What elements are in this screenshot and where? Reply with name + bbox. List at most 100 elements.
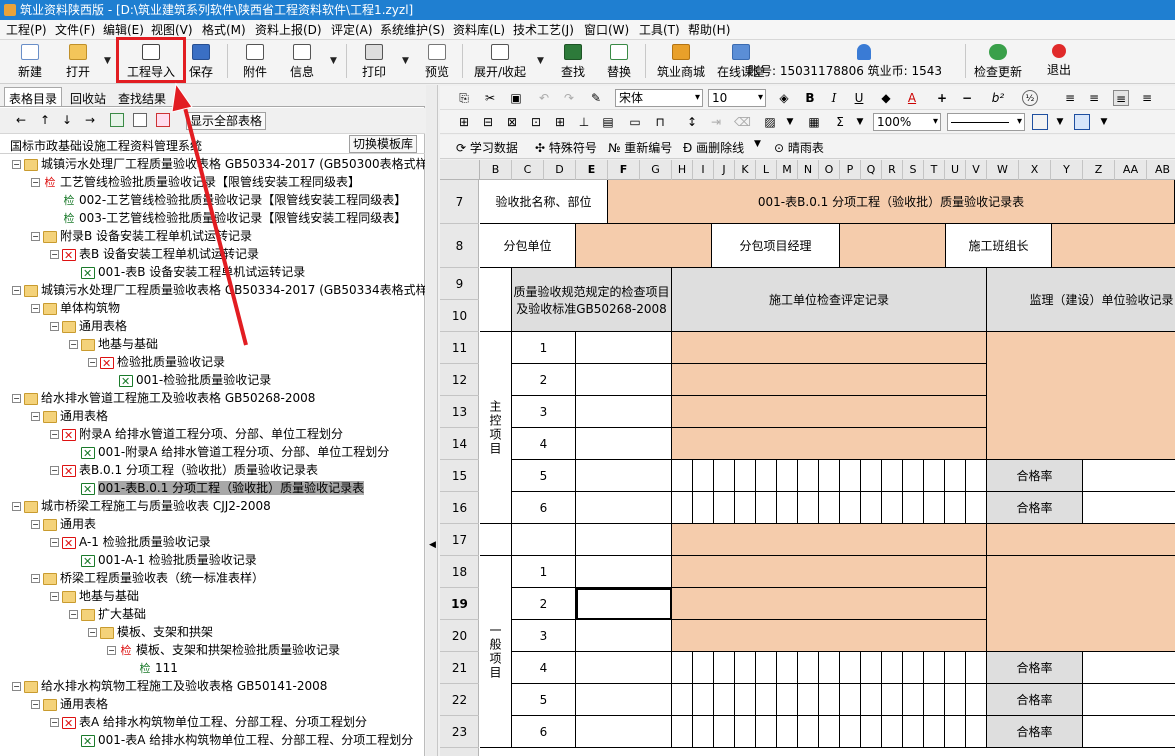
copy-table-icon[interactable] (133, 113, 147, 127)
menu-help[interactable]: 帮助(H) (688, 22, 730, 38)
measurement-cell[interactable] (903, 460, 924, 492)
tree-toggle-icon[interactable]: − (31, 574, 40, 583)
save-button[interactable]: 保存 (186, 42, 216, 82)
measurement-cell[interactable] (693, 492, 714, 524)
supervision-cell[interactable] (987, 524, 1175, 556)
column-header[interactable]: M (777, 160, 798, 180)
construction-record-cell[interactable] (672, 620, 987, 652)
info-dropdown-arrow[interactable]: ▼ (330, 56, 337, 66)
renumber-button[interactable]: № 重新编号 (608, 139, 672, 156)
measurement-cell[interactable] (777, 684, 798, 716)
measurement-cell[interactable] (777, 652, 798, 684)
tree-toggle-icon[interactable]: − (50, 538, 59, 547)
paste-icon[interactable]: ▣ (508, 90, 524, 106)
show-all-tables-button[interactable]: 显示全部表格 (186, 112, 267, 130)
measurement-cell[interactable] (756, 716, 777, 748)
tree-toggle-icon[interactable]: − (12, 160, 21, 169)
measurement-cell[interactable] (798, 652, 819, 684)
measurement-cell[interactable] (861, 684, 882, 716)
decrease-icon[interactable]: − (959, 90, 975, 106)
spreadsheet[interactable]: B C D E F G H I J K L M N O P Q R S T U V W X Y Z AA AB 7 8 9 10 11 12 1… (440, 160, 1175, 756)
strikethrough-button[interactable]: Ð 画删除线 (683, 139, 744, 156)
construction-record-header[interactable]: 施工单位检查评定记录 (672, 268, 987, 332)
open-dropdown-arrow[interactable]: ▼ (104, 56, 111, 66)
measurement-cell[interactable] (840, 460, 861, 492)
item-number[interactable]: 1 (512, 332, 576, 364)
sub-unit-label[interactable]: 分包单位 (480, 224, 576, 268)
arrow-right-icon[interactable]: → (83, 113, 97, 127)
info-button[interactable]: 信息 (285, 42, 319, 82)
column-header[interactable]: U (945, 160, 966, 180)
column-header[interactable]: D (544, 160, 576, 180)
measurement-cell[interactable] (882, 684, 903, 716)
column-header[interactable]: V (966, 160, 987, 180)
item-number[interactable]: 4 (512, 652, 576, 684)
row-header[interactable]: 10 (440, 300, 479, 332)
measurement-cell[interactable] (945, 716, 966, 748)
align-right-icon[interactable]: ≡ (1139, 90, 1155, 106)
measurement-cell[interactable] (840, 716, 861, 748)
row-header[interactable]: 22 (440, 684, 479, 716)
row-header[interactable]: 9 (440, 268, 479, 300)
row-header[interactable]: 17 (440, 524, 479, 556)
merge-icon[interactable]: ⊞ (456, 114, 472, 130)
blank-cell[interactable] (480, 524, 512, 556)
row-header[interactable]: 18 (440, 556, 479, 588)
tree-node[interactable]: − 给水排水管道工程施工及验收表格 GB50268-2008 (12, 389, 315, 407)
measurement-cell[interactable] (777, 460, 798, 492)
item-standard-cell[interactable] (576, 556, 672, 588)
column-header[interactable]: G (640, 160, 672, 180)
measurement-cell[interactable] (777, 492, 798, 524)
general-items-label[interactable]: 一般项目 (480, 556, 512, 748)
expand-dropdown-arrow[interactable]: ▼ (537, 56, 544, 66)
supervision-main-cell[interactable] (987, 332, 1175, 460)
switch-template-button[interactable]: 切换模板库 (348, 135, 417, 153)
tree-toggle-icon[interactable]: − (12, 502, 21, 511)
measurement-cell[interactable] (714, 492, 735, 524)
construction-record-cell[interactable] (672, 396, 987, 428)
tree-node[interactable]: − 桥梁工程质量验收表（统一标准表样） (31, 569, 264, 587)
tree-node[interactable]: − 通用表格 (31, 695, 108, 713)
batch-name-value[interactable]: 001-表B.0.1 分项工程（验收批）质量验收记录表 (608, 180, 1175, 224)
column-header[interactable]: J (714, 160, 735, 180)
row-header[interactable]: 20 (440, 620, 479, 652)
measurement-cell[interactable] (861, 652, 882, 684)
item-standard-cell[interactable] (576, 396, 672, 428)
cut-icon[interactable]: ✂ (482, 90, 498, 106)
delete-table-icon[interactable] (156, 113, 170, 127)
measurement-cell[interactable] (819, 716, 840, 748)
column-header[interactable]: Z (1083, 160, 1115, 180)
measurement-cell[interactable] (903, 684, 924, 716)
sub-manager-value[interactable] (840, 224, 946, 268)
increase-icon[interactable]: + (934, 90, 950, 106)
measurement-cell[interactable] (714, 716, 735, 748)
check-update-button[interactable]: 检查更新 (972, 42, 1024, 82)
measurement-cell[interactable] (966, 492, 987, 524)
corner-cell[interactable] (440, 160, 480, 180)
team-leader-label[interactable]: 施工班组长 (946, 224, 1052, 268)
insert-image-icon[interactable]: ▨ (762, 114, 778, 130)
measurement-cell[interactable] (756, 684, 777, 716)
tree-node[interactable]: − 地基与基础 (50, 587, 139, 605)
tree-node[interactable]: − 城镇污水处理厂工程质量验收表格 GB50334-2017 (GB50300表格… (12, 155, 425, 173)
standard-header[interactable]: 质量验收规范规定的检查项目及验收标准GB50268-2008 (512, 268, 672, 332)
item-number[interactable]: 1 (512, 556, 576, 588)
measurement-cell[interactable] (798, 460, 819, 492)
align-center-icon[interactable]: ≡ (1113, 90, 1129, 106)
border-dropdown-arrow[interactable]: ▼ (1052, 114, 1068, 130)
add-table-icon[interactable] (110, 113, 124, 127)
fill-color-icon[interactable]: ◆ (878, 90, 894, 106)
measurement-cell[interactable] (819, 684, 840, 716)
collapse-arrow-icon[interactable]: ◀ (429, 540, 436, 550)
measurement-cell[interactable] (756, 652, 777, 684)
measurement-cell[interactable] (756, 492, 777, 524)
column-header[interactable]: I (693, 160, 714, 180)
item-standard-cell[interactable] (576, 652, 672, 684)
zoom-select[interactable]: 100% (873, 113, 941, 131)
tree-toggle-icon[interactable]: − (31, 412, 40, 421)
cell-fill-icon[interactable] (1074, 114, 1090, 130)
tree-toggle-icon[interactable]: − (88, 358, 97, 367)
tree-node[interactable]: 001-表B 设备安装工程单机试运转记录 (69, 263, 305, 283)
tree-node[interactable]: − 附录B 设备安装工程单机试运转记录 (31, 227, 252, 245)
blank-header-cell[interactable] (480, 268, 512, 332)
